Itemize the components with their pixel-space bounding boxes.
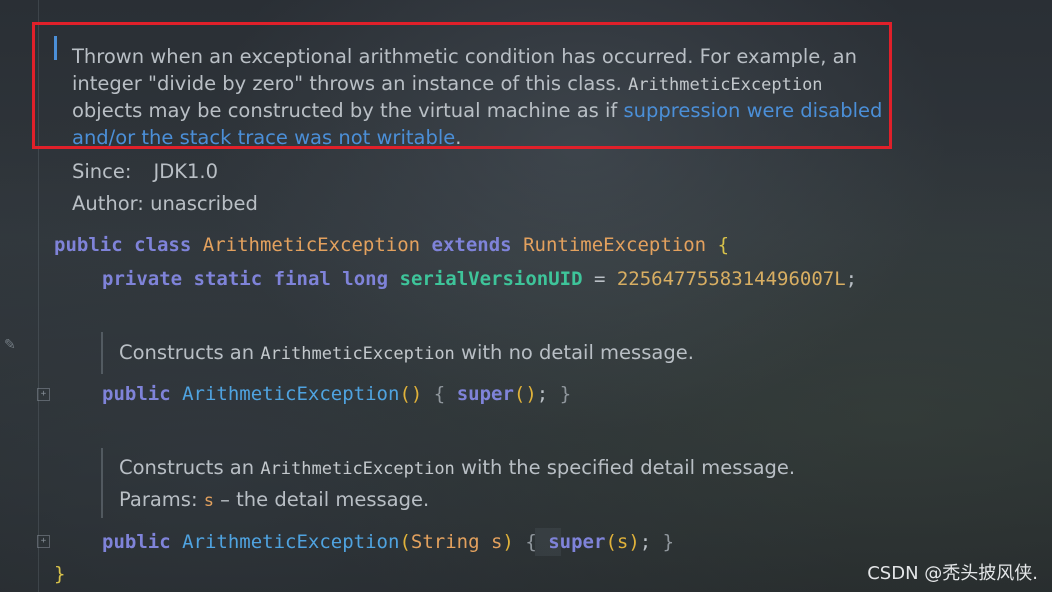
operator: = (582, 268, 617, 290)
field-declaration: private static final long serialVersionU… (102, 266, 857, 292)
keyword: private (102, 268, 183, 290)
since-value: JDK1.0 (153, 160, 219, 183)
param-type: String (410, 531, 480, 553)
code-editor: ✎ + + Thrown when an exceptional arithme… (0, 0, 1052, 592)
class-closing: } (54, 561, 65, 587)
ctor2-javadoc: Constructs an ArithmeticException with t… (119, 454, 795, 513)
brace: { (717, 234, 730, 256)
author-value: unascribed (150, 192, 258, 215)
keyword: super (456, 383, 514, 405)
field-name: serialVersionUID (399, 268, 583, 290)
brace: } (559, 383, 572, 405)
fold-expand-icon[interactable]: + (37, 535, 50, 548)
field-value: 2256477558314496007L (616, 268, 846, 290)
params-line: Params: s – the detail message. (119, 486, 795, 513)
doc-code-ref: ArithmeticException (260, 459, 455, 479)
doc-text: Constructs an (119, 456, 261, 479)
ctor1-declaration: public ArithmeticException() { super(); … (102, 381, 571, 407)
superclass-name: RuntimeException (523, 234, 707, 256)
doc-text: Constructs an (119, 341, 261, 364)
semicolon: ; (536, 383, 549, 405)
keyword: public (102, 383, 171, 405)
brace: } (662, 531, 675, 553)
class-declaration: public class ArithmeticException extends… (54, 232, 729, 258)
keyword: class (134, 234, 192, 256)
constructor-name: ArithmeticException (182, 531, 400, 553)
brace: { (525, 531, 537, 553)
fold-expand-icon[interactable]: + (37, 388, 50, 401)
keyword: static (193, 268, 263, 290)
ctor1-javadoc: Constructs an ArithmeticException with n… (119, 339, 694, 366)
param-name: s (203, 491, 214, 511)
keyword: long (342, 268, 389, 290)
semicolon: ; (639, 531, 652, 553)
keyword: public (54, 234, 123, 256)
ctor2-declaration: public ArithmeticException(String s) { s… (102, 529, 674, 555)
doc-text: with the specified detail message. (454, 456, 796, 479)
paren: ) (502, 531, 514, 553)
params-label: Params: (119, 488, 198, 511)
keyword: super (548, 531, 606, 553)
parens: () (399, 383, 423, 405)
since-label: Since: (72, 160, 132, 183)
author-label: Author: (72, 192, 144, 215)
author-line: Author: unascribed (72, 188, 882, 220)
doc-line: Constructs an ArithmeticException with t… (119, 454, 795, 486)
doc-line: Constructs an ArithmeticException with n… (119, 339, 694, 366)
brace: } (54, 563, 66, 585)
keyword: final (273, 268, 331, 290)
constructor-name: ArithmeticException (182, 383, 400, 405)
keyword: extends (431, 234, 512, 256)
call-parens: (s) (605, 531, 640, 553)
pencil-icon[interactable]: ✎ (4, 337, 20, 353)
param: s (479, 531, 503, 553)
brace: { (433, 383, 446, 405)
doc-text: with no detail message. (454, 341, 694, 364)
doc-marker (101, 332, 103, 374)
paren: ( (399, 531, 411, 553)
call-parens: () (513, 383, 537, 405)
param-description: – the detail message. (213, 488, 430, 511)
keyword: public (102, 531, 171, 553)
annotation-highlight-box (32, 22, 892, 149)
since-line: Since: JDK1.0 (72, 156, 882, 188)
class-name: ArithmeticException (202, 234, 421, 256)
watermark: CSDN @秃头披风侠. (867, 563, 1038, 584)
semicolon: ; (845, 268, 858, 290)
doc-marker (101, 448, 103, 518)
doc-code-ref: ArithmeticException (260, 344, 455, 364)
